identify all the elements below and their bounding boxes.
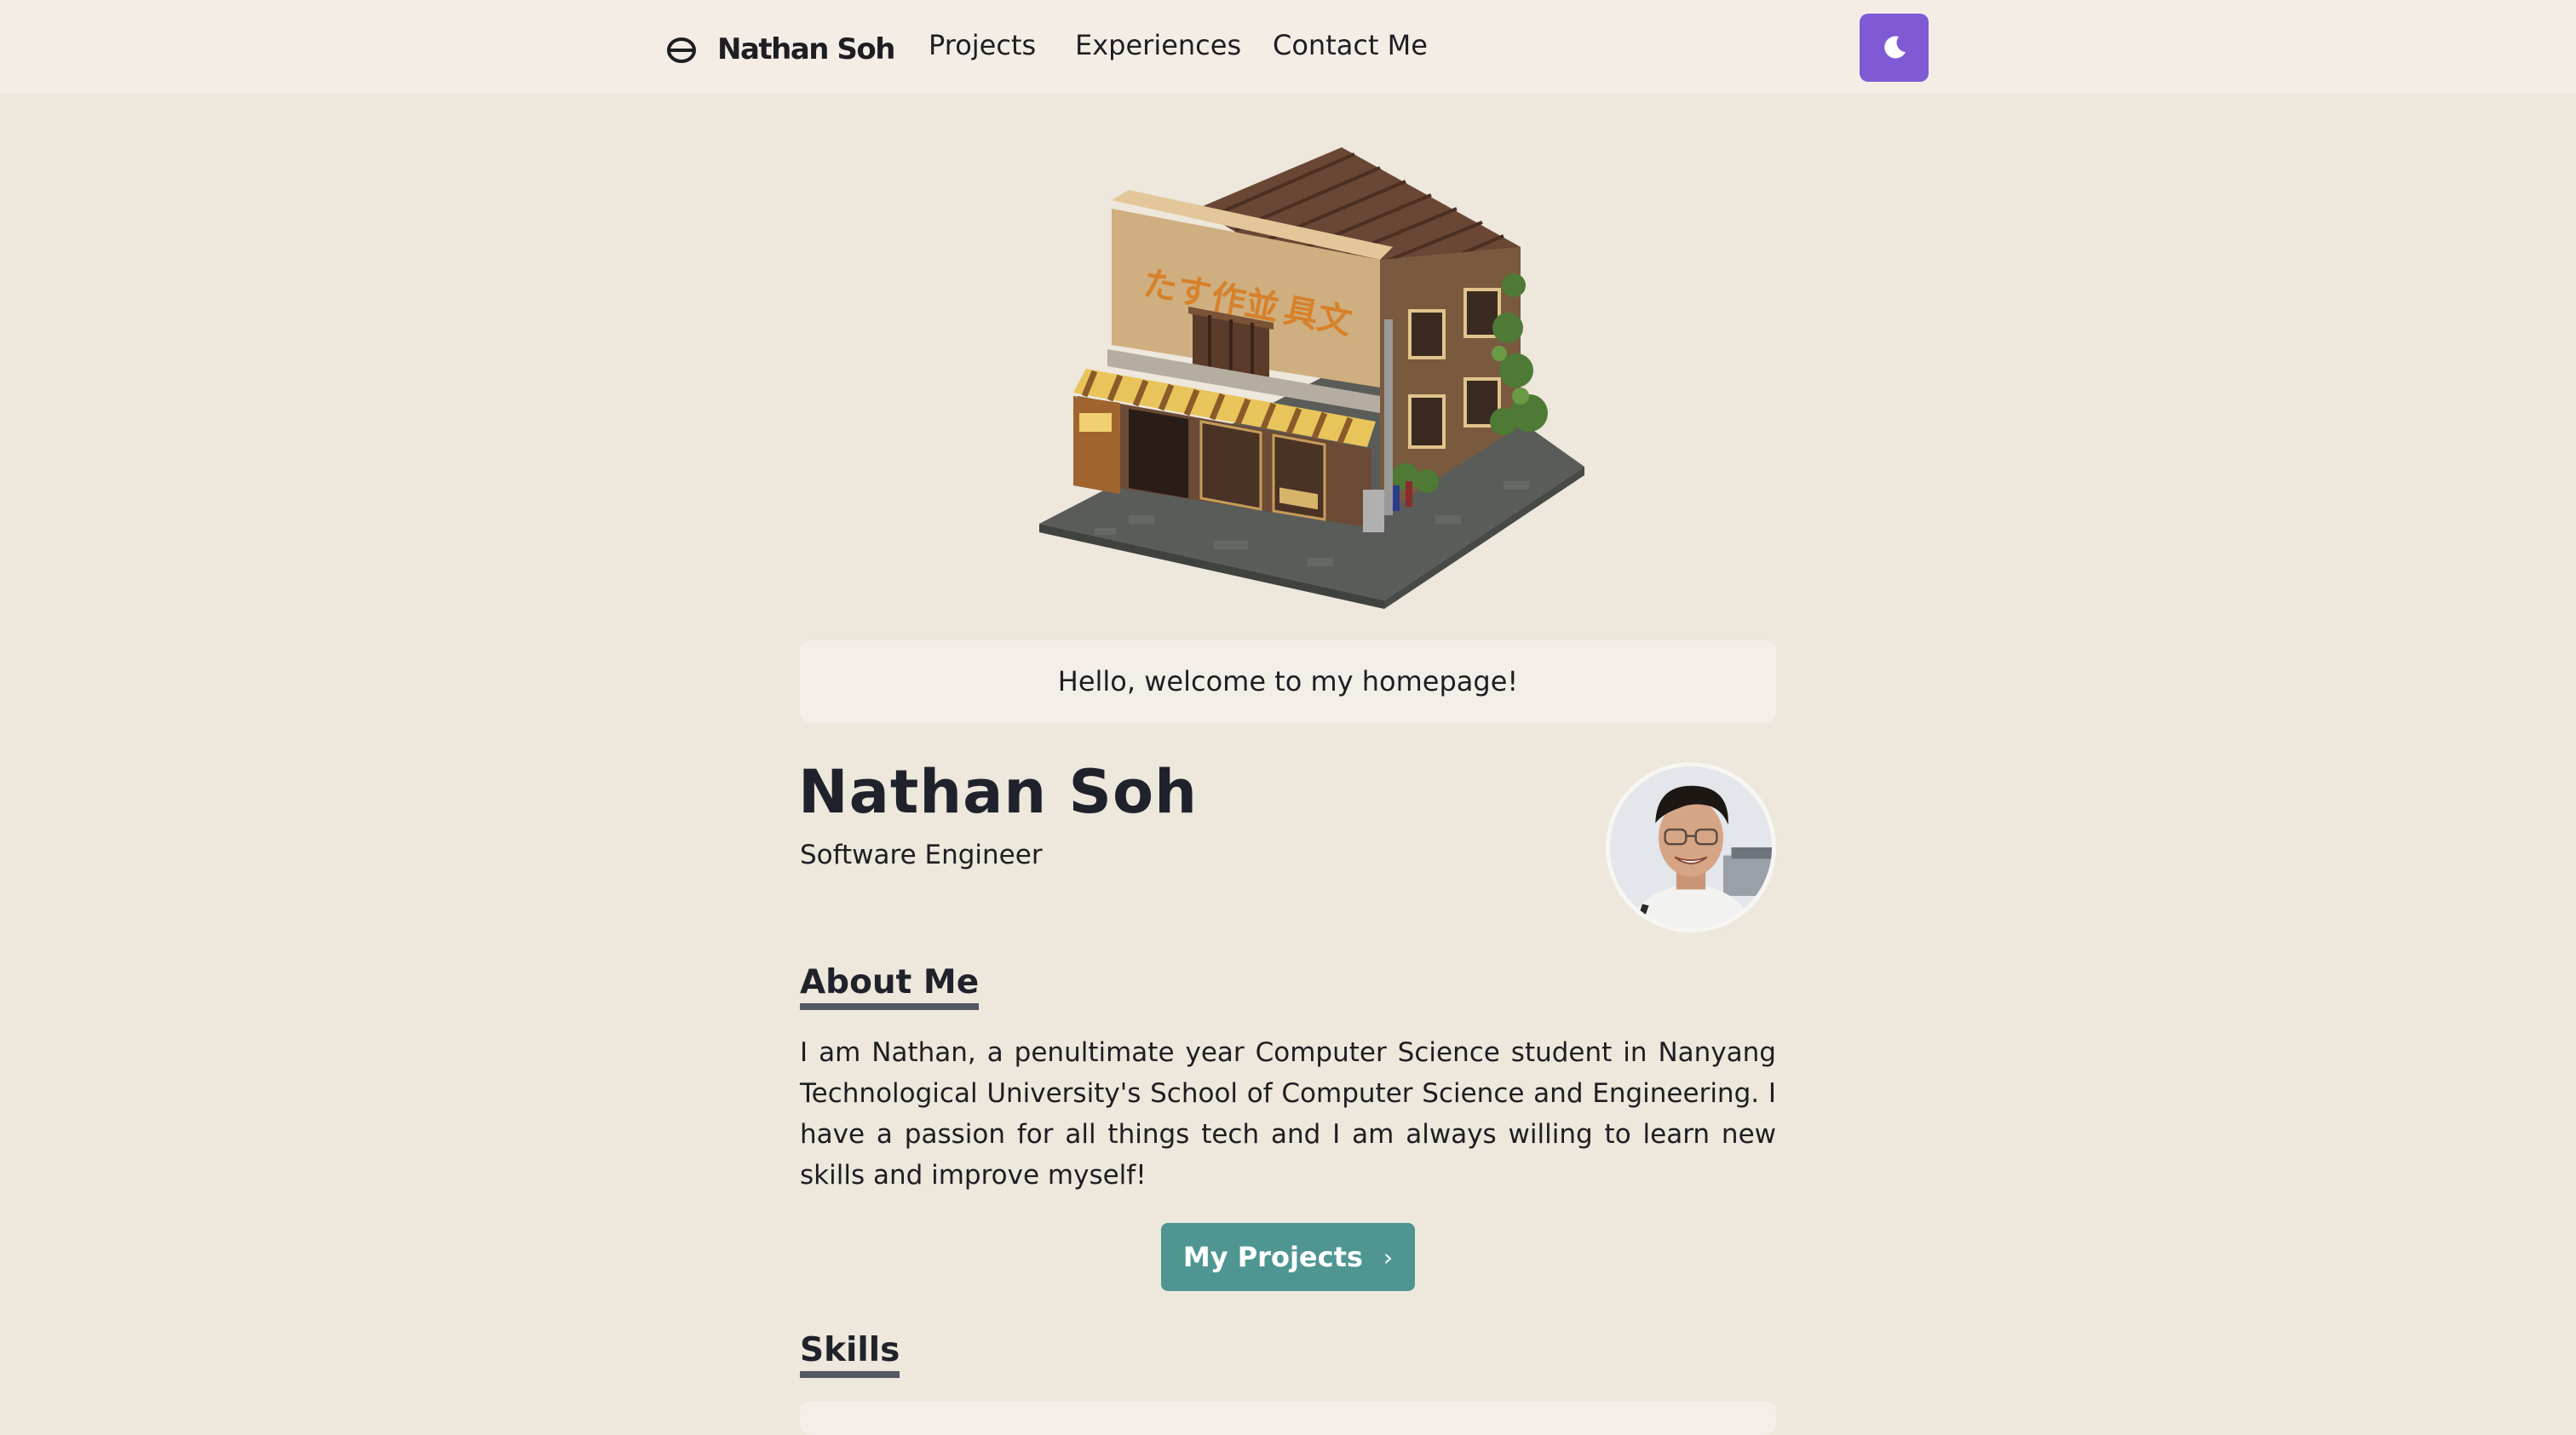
voxel-shop-illustration: たす 作並 具文 [1039, 147, 1584, 609]
my-projects-label: My Projects [1182, 1241, 1363, 1273]
moon-icon [1883, 36, 1906, 59]
about-heading: About Me [800, 964, 980, 1010]
nav-link-contact[interactable]: Contact Me [1273, 29, 1428, 61]
chevron-right-icon: › [1383, 1243, 1394, 1271]
avatar [1606, 762, 1776, 933]
skills-card [800, 1401, 1776, 1435]
logo-text: Nathan Soh [717, 32, 895, 66]
about-text: I am Nathan, a penultimate year Computer… [800, 1037, 1776, 1191]
profile-name: Nathan Soh [798, 757, 1198, 827]
nav-link-experiences[interactable]: Experiences [1075, 29, 1241, 61]
profile-photo [1610, 766, 1772, 928]
bowl-logo-icon [667, 37, 696, 63]
welcome-banner: Hello, welcome to my homepage! [800, 640, 1776, 722]
theme-toggle-button[interactable] [1860, 14, 1929, 82]
site-logo[interactable]: Nathan Soh [663, 31, 895, 68]
nav-link-projects[interactable]: Projects [929, 29, 1036, 61]
welcome-text: Hello, welcome to my homepage! [1057, 665, 1519, 697]
my-projects-button[interactable]: My Projects › [1161, 1223, 1415, 1291]
profile-title: Software Engineer [800, 840, 1043, 870]
skills-heading: Skills [800, 1332, 900, 1378]
top-navbar: Nathan Soh Projects Experiences Contact … [0, 0, 2576, 94]
